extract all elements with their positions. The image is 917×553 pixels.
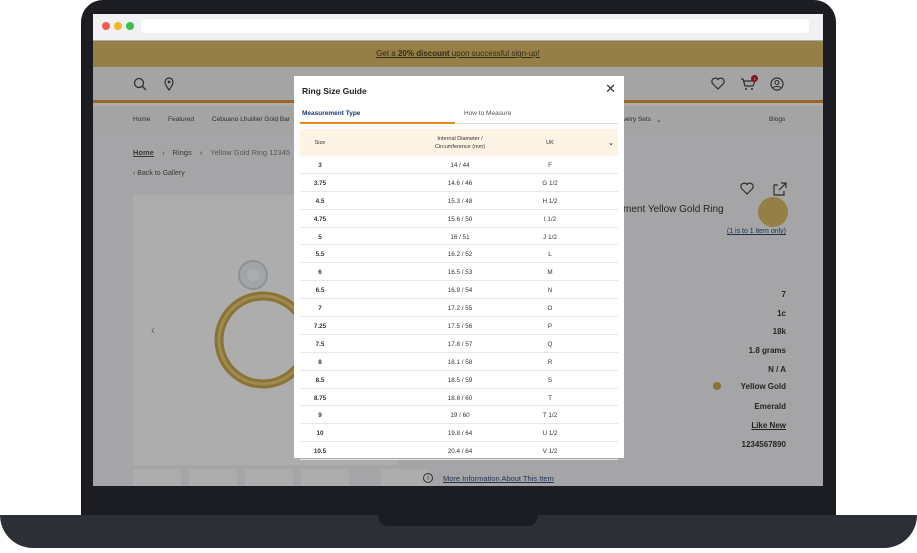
table-row: 5 16 / 51 J 1/2 [300,228,618,246]
table-row: 4.5 15.3 / 48 H 1/2 [300,192,618,210]
header-diameter-line1: Internal Diameter / [437,136,483,142]
uk-size-cell: I 1/2 [543,215,557,223]
size-cell: 7.25 [313,323,327,331]
table-row: 10.5 20.4 / 64 V 1/2 [300,442,618,461]
uk-size-cell: G 1/2 [542,179,558,187]
diameter-cell: 18.8 / 60 [447,394,473,402]
diameter-cell: 15.3 / 48 [447,197,473,205]
diameter-cell: 16.9 / 54 [447,287,473,295]
uk-size-cell: J 1/2 [543,233,557,241]
uk-size-cell: M [547,269,553,277]
table-row: 7.25 17.5 / 56 P [300,317,618,335]
uk-size-cell: V 1/2 [542,448,558,456]
uk-size-cell: T 1/2 [542,412,558,420]
size-cell: 6.5 [315,287,325,295]
size-cell: 5 [318,233,322,241]
diameter-cell: 19 / 60 [450,412,470,420]
close-window-dot[interactable] [102,22,110,30]
chevron-down-icon[interactable]: ⌄ [606,138,616,147]
diameter-cell: 18.5 / 59 [447,376,473,384]
modal-title: Ring Size Guide [302,86,367,96]
table-row: 7 17.2 / 55 O [300,299,618,318]
maximize-window-dot[interactable] [126,22,134,30]
address-bar[interactable] [141,19,809,33]
table-row: 4.75 15.6 / 50 I 1/2 [300,210,618,228]
table-row: 6.5 16.9 / 54 N [300,281,618,300]
diameter-cell: 17.8 / 57 [447,340,473,348]
uk-size-cell: L [548,251,552,259]
uk-size-cell: P [547,323,553,331]
close-icon[interactable]: ✕ [605,81,616,97]
diameter-cell: 14 / 44 [450,162,470,169]
table-row: 3.75 14.6 / 46 G 1/2 [300,174,618,192]
table-row: 8.75 18.8 / 60 T [300,389,618,407]
diameter-cell: 17.2 / 55 [447,305,473,313]
table-row: 10 19.8 / 64 U 1/2 [300,424,618,443]
uk-size-cell: T [548,394,552,402]
tab-measurement-type[interactable]: Measurement Type [302,110,360,117]
size-cell: 4.5 [315,197,325,205]
browser-chrome [93,14,823,40]
size-cell: 9 [318,412,322,420]
tab-active-indicator [300,122,455,124]
size-table-body: 3 14 / 44 F 3.75 14.6 / 46 G 1/2 4.5 15.3 / 48 H… [300,156,618,461]
size-cell: 8 [318,358,322,366]
region-select[interactable]: UK [520,140,580,146]
size-cell: 8.75 [313,394,327,402]
diameter-cell: 20.4 / 64 [447,448,473,456]
size-cell: 5.5 [315,251,325,259]
uk-size-cell: S [547,376,553,384]
uk-size-cell: H 1/2 [542,197,558,205]
uk-size-cell: R [547,358,553,366]
minimize-window-dot[interactable] [114,22,122,30]
uk-size-cell: Q [547,340,553,348]
uk-size-cell: F [548,162,552,169]
table-row: 5.5 16.2 / 52 L [300,245,618,264]
diameter-cell: 16.2 / 52 [447,251,473,259]
table-row: 6 16.5 / 53 M [300,263,618,282]
size-cell: 3.75 [313,179,327,187]
size-table-header: Size Internal Diameter / Circumference (… [300,129,618,156]
diameter-cell: 15.6 / 50 [447,215,473,223]
uk-size-cell: N [547,287,553,295]
uk-size-cell: O [547,305,553,313]
ring-size-guide-modal: Ring Size Guide ✕ Measurement Type How t… [294,76,624,461]
size-cell: 7.5 [315,340,325,348]
size-cell: 6 [318,269,322,277]
diameter-cell: 17.5 / 56 [447,323,473,331]
diameter-cell: 16.5 / 53 [447,269,473,277]
laptop-base [0,515,917,548]
size-cell: 4.75 [313,215,327,223]
diameter-cell: 14.6 / 46 [447,179,473,187]
header-diameter-line2: Circumference (mm) [434,144,486,150]
size-cell: 8.5 [315,376,325,384]
uk-size-cell: U 1/2 [542,430,558,438]
laptop-notch [378,515,538,526]
diameter-cell: 16 / 51 [450,233,470,241]
size-cell: 10 [316,430,324,438]
browser-screen: Get a 20% discount upon successful sign-… [93,14,823,486]
tab-how-to-measure[interactable]: How to Measure [464,110,511,117]
table-row: 7.5 17.8 / 57 Q [300,335,618,353]
diameter-cell: 19.8 / 64 [447,430,473,438]
diameter-cell: 18.1 / 58 [447,358,473,366]
table-row: 3 14 / 44 F [300,156,618,174]
size-cell: 10.5 [313,448,327,456]
size-cell: 7 [318,305,322,313]
table-row: 8 18.1 / 58 R [300,353,618,371]
table-row: 9 19 / 60 T 1/2 [300,406,618,425]
table-row: 8.5 18.5 / 59 S [300,371,618,389]
header-size: Size [314,140,326,146]
size-cell: 3 [318,162,322,169]
